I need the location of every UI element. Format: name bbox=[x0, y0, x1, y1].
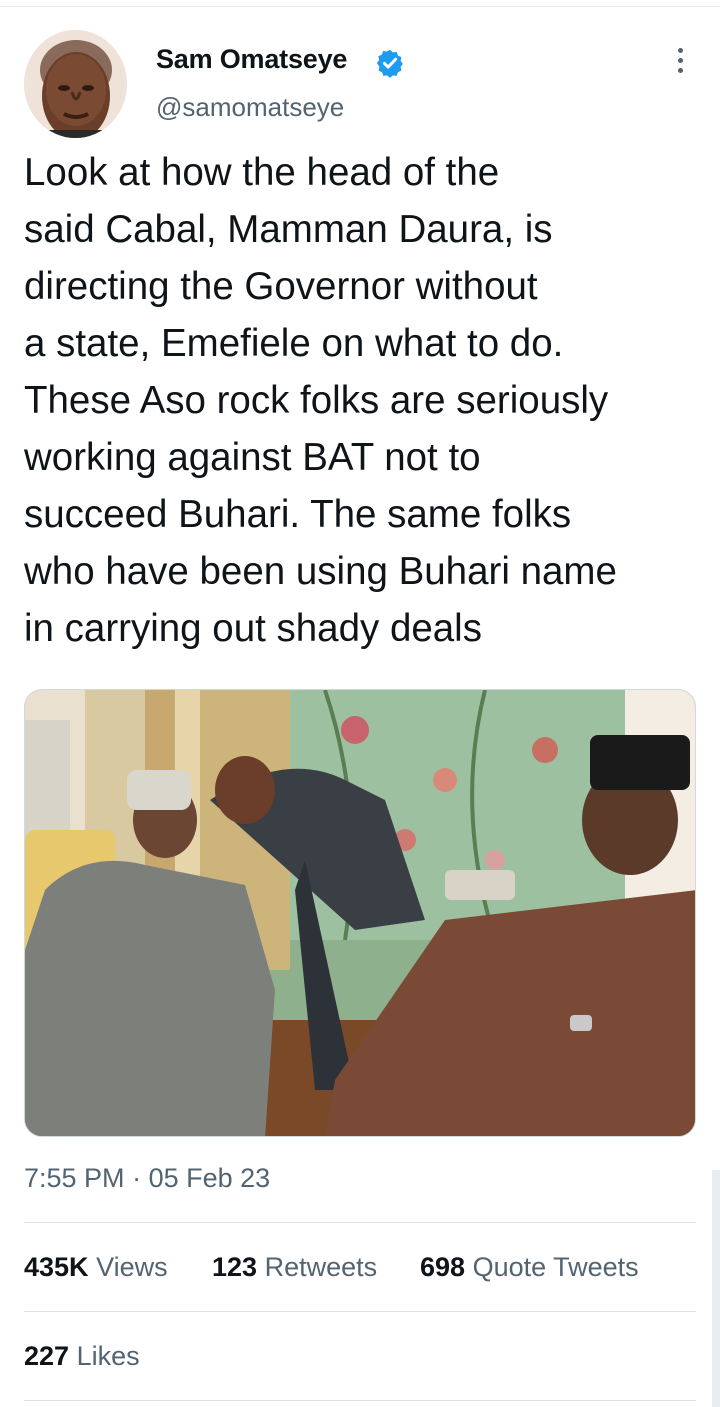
author-name[interactable]: Sam Omatseye bbox=[156, 44, 347, 75]
quotes-count: 698 bbox=[420, 1252, 466, 1282]
avatar[interactable] bbox=[24, 30, 127, 138]
retweets-count: 123 bbox=[212, 1252, 258, 1282]
photo-illustration bbox=[25, 690, 695, 1136]
views-count: 435K bbox=[24, 1252, 89, 1282]
views-stat[interactable]: 435K Views bbox=[24, 1252, 168, 1283]
avatar-photo bbox=[24, 30, 127, 138]
tweet-text-line: succeed Buhari. The same folks bbox=[24, 493, 572, 536]
tweet-text: Look at how the head of the said Cabal, … bbox=[24, 144, 704, 657]
timestamp-separator: · bbox=[132, 1163, 142, 1193]
divider bbox=[24, 1400, 696, 1401]
tweet-text-line: Look at how the head of the bbox=[24, 151, 500, 194]
tweet-text-line: a state, Emefiele on what to do. bbox=[24, 322, 564, 365]
tweet-date: 05 Feb 23 bbox=[148, 1163, 271, 1193]
likes-label: Likes bbox=[76, 1341, 140, 1371]
verified-badge-icon bbox=[376, 49, 403, 78]
tweet-photo[interactable] bbox=[24, 689, 696, 1137]
divider bbox=[24, 1311, 696, 1312]
tweet-text-line: in carrying out shady deals bbox=[24, 607, 482, 650]
divider bbox=[24, 1222, 696, 1223]
tweet-time: 7:55 PM bbox=[24, 1163, 125, 1193]
likes-count: 227 bbox=[24, 1341, 70, 1371]
tweet-text-line: These Aso rock folks are seriously bbox=[24, 379, 609, 422]
author-handle[interactable]: @samomatseye bbox=[156, 92, 344, 123]
quote-tweets-stat[interactable]: 698 Quote Tweets bbox=[420, 1252, 639, 1283]
retweets-label: Retweets bbox=[264, 1252, 378, 1282]
retweets-stat[interactable]: 123 Retweets bbox=[212, 1252, 377, 1283]
tweet-text-line: who have been using Buhari name bbox=[24, 550, 617, 593]
top-divider bbox=[0, 6, 720, 7]
tweet-text-line: said Cabal, Mamman Daura, is bbox=[24, 208, 553, 251]
likes-stat[interactable]: 227 Likes bbox=[24, 1341, 140, 1372]
views-label: Views bbox=[96, 1252, 168, 1282]
tweet-text-line: working against BAT not to bbox=[24, 436, 481, 479]
scrollbar[interactable] bbox=[712, 1170, 720, 1407]
tweet-text-line: directing the Governor without bbox=[24, 265, 538, 308]
tweet-timestamp[interactable]: 7:55 PM · 05 Feb 23 bbox=[24, 1163, 270, 1194]
quotes-label: Quote Tweets bbox=[472, 1252, 639, 1282]
more-options-icon[interactable] bbox=[668, 48, 692, 78]
